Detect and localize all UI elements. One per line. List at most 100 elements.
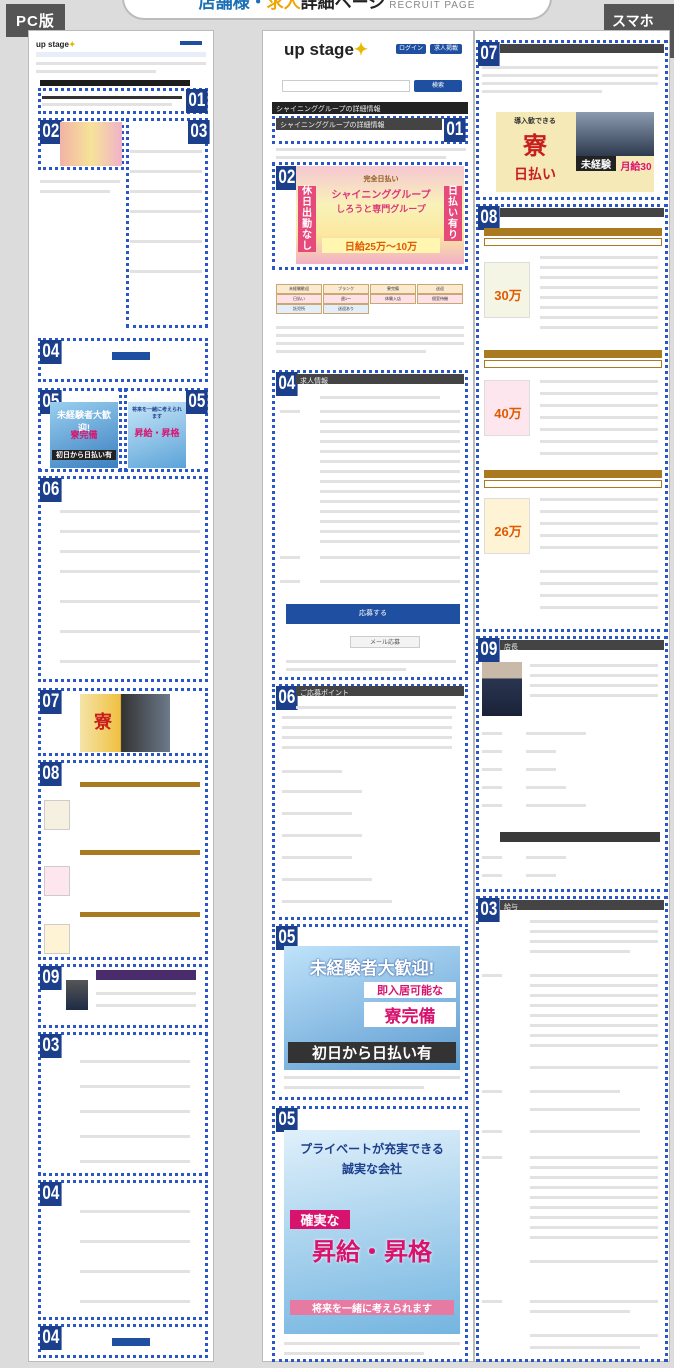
- sp-mail-button[interactable]: メール応募: [350, 636, 420, 648]
- sp-num-03: 03: [478, 898, 500, 922]
- sp-08-brown-c: [484, 470, 662, 478]
- pc-num-04a: 04: [40, 340, 62, 364]
- sp-tag[interactable]: 体験入店: [370, 294, 416, 304]
- sp-line: [482, 804, 502, 807]
- pc-area-01: [38, 88, 208, 114]
- pc-area-06: [38, 476, 208, 682]
- sp-line: [540, 380, 658, 383]
- pc-purple-bar: [96, 970, 196, 980]
- pc-header-button[interactable]: [180, 41, 202, 45]
- sp-line: [284, 1352, 424, 1355]
- sp-line: [540, 404, 658, 407]
- sp-line: [530, 984, 658, 987]
- title-part-b: 求人: [266, 0, 301, 12]
- sp-line: [280, 410, 300, 413]
- sp-tag[interactable]: ブランク: [323, 284, 369, 294]
- sp-tag[interactable]: 託児所: [276, 304, 322, 314]
- sp-register-button[interactable]: 求人掲載: [430, 44, 462, 54]
- sp-07-photo: [576, 112, 654, 156]
- sp-line: [482, 1300, 502, 1303]
- sp-banner-line4: 日給25万〜10万: [322, 238, 440, 253]
- sp-line: [280, 556, 300, 559]
- sp-banner-line3: しろうと専門グループ: [336, 204, 426, 214]
- sp-shop-title: シャイニンググループの詳細情報: [276, 118, 442, 130]
- pc-num-01: 01: [186, 89, 208, 113]
- sp-line: [540, 570, 658, 573]
- sp-tag[interactable]: 送迎あり: [323, 304, 369, 314]
- pc-line: [60, 570, 200, 573]
- sp-line: [530, 1260, 658, 1263]
- pc-line: [42, 103, 172, 106]
- sp-area-03: [476, 896, 668, 1362]
- sp-tag-grid: 未経験歓迎 ブランク 寮完備 送迎 日払い 週1〜 体験入店 個室待機 託児所 …: [276, 284, 464, 314]
- pc-line: [96, 1004, 196, 1007]
- sp-apply-button[interactable]: 応募する: [286, 604, 460, 624]
- sp-line: [540, 522, 658, 525]
- sp-tag[interactable]: 未経験歓迎: [276, 284, 322, 294]
- pc-line: [130, 270, 202, 273]
- sp-line: [282, 812, 352, 815]
- sp-08-thumb-c: 26万: [484, 498, 530, 554]
- title-part-a: 店舗様・: [198, 0, 267, 12]
- pc-num-02: 02: [40, 120, 62, 144]
- pc-line: [130, 190, 202, 193]
- sp-line: [530, 1166, 658, 1169]
- pc-manager-photo: [66, 980, 88, 1010]
- pc-divider: [36, 70, 156, 73]
- sp-line: [530, 1216, 658, 1219]
- sp-search-input[interactable]: [282, 80, 410, 92]
- pc-apply-button[interactable]: [112, 352, 150, 360]
- sp-line: [530, 1066, 658, 1069]
- sp-line: [540, 428, 658, 431]
- sp-05a-sub3: 初日から日払い有: [288, 1042, 456, 1063]
- sp-line: [282, 856, 352, 859]
- sp-tag[interactable]: 送迎: [417, 284, 463, 294]
- sp-line: [320, 520, 460, 523]
- sp-line: [482, 974, 502, 977]
- pc-search-bar[interactable]: [36, 52, 206, 57]
- pc-banner-05a: 未経験者大歓迎! 寮完備 初日から日払い有: [50, 402, 118, 468]
- sp-tag[interactable]: 週1〜: [323, 294, 369, 304]
- sp-line: [482, 66, 658, 69]
- pc-logo[interactable]: up stage✦: [36, 40, 76, 49]
- sp-line: [482, 1130, 502, 1133]
- pc-num-03: 03: [188, 120, 210, 144]
- sp-08-brown-b: [484, 350, 662, 358]
- title-sub: RECRUIT PAGE: [389, 0, 476, 11]
- sp-line: [482, 90, 602, 93]
- sp-08-brown-a: [484, 228, 662, 236]
- pc-banner-05b-sub: 昇給・昇格: [134, 428, 180, 438]
- sp-07-line5: 月給30: [620, 162, 652, 173]
- sp-line: [320, 556, 460, 559]
- pc-apply-button-bottom[interactable]: [112, 1338, 150, 1346]
- sp-05b-sub2: 確実な: [290, 1210, 350, 1229]
- pc-num-07: 07: [40, 690, 62, 714]
- sp-line: [284, 1342, 460, 1345]
- sp-line: [526, 874, 556, 877]
- sp-num-05b: 05: [276, 1108, 298, 1132]
- sp-line: [320, 510, 460, 513]
- sp-tag[interactable]: 日払い: [276, 294, 322, 304]
- sp-tag[interactable]: 寮完備: [370, 284, 416, 294]
- pc-num-05b: 05: [186, 390, 208, 414]
- sp-line: [482, 1090, 502, 1093]
- sp-line: [540, 546, 658, 549]
- sp-line: [482, 74, 658, 77]
- sp-line: [540, 276, 658, 279]
- sp-manager-photo: [482, 662, 522, 716]
- sp-line: [284, 1086, 424, 1089]
- sp-line: [282, 900, 392, 903]
- sp-tag[interactable]: 個室待機: [417, 294, 463, 304]
- sp-line: [540, 440, 658, 443]
- sp-search-button[interactable]: 検索: [414, 80, 462, 92]
- sp-logo[interactable]: up stage✦: [284, 40, 368, 60]
- pc-banner-05a-sub: 寮完備: [70, 430, 98, 440]
- pc-line: [60, 550, 200, 553]
- pc-num-04b: 04: [40, 1182, 62, 1206]
- pc-line: [130, 170, 202, 173]
- sp-line: [276, 326, 464, 329]
- sp-num-08: 08: [478, 206, 500, 230]
- pc-banner-07: 寮: [80, 694, 170, 752]
- pc-top-banner[interactable]: [40, 80, 190, 86]
- sp-login-button[interactable]: ログイン: [396, 44, 426, 54]
